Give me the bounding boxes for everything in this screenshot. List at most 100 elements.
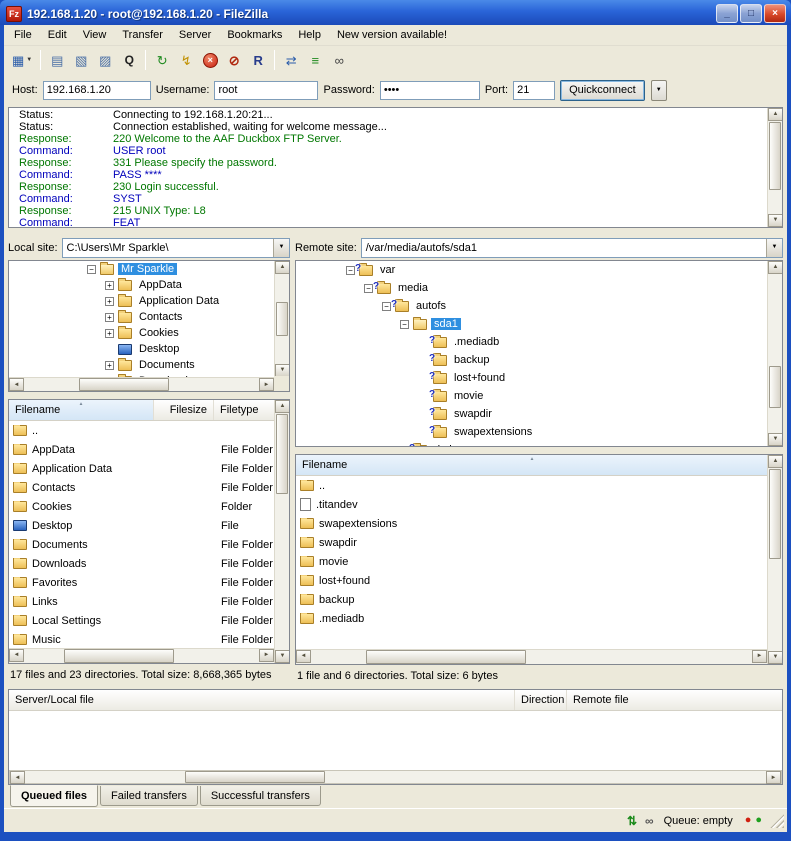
process-queue-button[interactable]: ↯	[174, 48, 198, 72]
scroll-up-button[interactable]: ▲	[768, 455, 783, 468]
scroll-track[interactable]	[24, 378, 259, 391]
scroll-down-button[interactable]: ▼	[768, 433, 783, 446]
expand-toggle[interactable]: −	[382, 302, 391, 311]
expand-toggle[interactable]: +	[105, 297, 114, 306]
file-row[interactable]: ..	[296, 476, 767, 495]
scroll-down-button[interactable]: ▼	[768, 214, 783, 227]
column-header-filetype[interactable]: Filetype	[214, 400, 274, 420]
column-header-direction[interactable]: Direction	[515, 690, 567, 710]
queue-horizontal-scrollbar[interactable]: ◄ ►	[9, 770, 782, 784]
refresh-button[interactable]: ↻	[150, 48, 174, 72]
directory-comparison-button[interactable]: ⇄	[279, 48, 303, 72]
tree-item[interactable]: ?.mediadb	[296, 333, 767, 351]
tree-item[interactable]: −?autofs	[296, 297, 767, 315]
toggle-queue-button[interactable]: Q	[117, 48, 141, 72]
remote-list-horizontal-scrollbar[interactable]: ◄ ►	[296, 649, 767, 664]
scroll-track[interactable]	[768, 468, 782, 651]
file-row[interactable]: .titandev	[296, 495, 767, 514]
local-list-vertical-scrollbar[interactable]: ▲ ▼	[274, 400, 289, 663]
file-row[interactable]: Application DataFile Folder	[9, 459, 274, 478]
menu-bookmarks[interactable]: Bookmarks	[219, 27, 290, 43]
scroll-track[interactable]	[275, 274, 289, 364]
expand-toggle[interactable]: −	[87, 265, 96, 274]
file-row[interactable]: MusicFile Folder	[9, 630, 274, 648]
file-row[interactable]: Local SettingsFile Folder	[9, 611, 274, 630]
username-input[interactable]	[214, 81, 318, 100]
quickconnect-button[interactable]: Quickconnect	[560, 80, 645, 101]
tree-item[interactable]: ?dvd	[296, 441, 767, 446]
file-row[interactable]: ..	[9, 421, 274, 440]
tree-item[interactable]: −?media	[296, 279, 767, 297]
close-button[interactable]: ×	[764, 4, 786, 23]
scroll-thumb[interactable]	[366, 650, 526, 664]
host-input[interactable]	[43, 81, 151, 100]
resize-grip[interactable]	[770, 814, 784, 828]
scroll-left-button[interactable]: ◄	[296, 650, 311, 663]
file-row[interactable]: movie	[296, 552, 767, 571]
tree-item[interactable]: +Application Data	[9, 293, 274, 309]
scroll-track[interactable]	[24, 649, 259, 663]
scroll-thumb[interactable]	[64, 649, 174, 663]
scroll-up-button[interactable]: ▲	[768, 108, 783, 121]
password-input[interactable]	[380, 81, 480, 100]
file-row[interactable]: .mediadb	[296, 609, 767, 628]
scroll-thumb[interactable]	[769, 122, 781, 190]
menu-help[interactable]: Help	[290, 27, 329, 43]
local-tree-horizontal-scrollbar[interactable]: ◄ ►	[9, 377, 274, 391]
file-row[interactable]: CookiesFolder	[9, 497, 274, 516]
tree-item[interactable]: +Documents	[9, 357, 274, 373]
scroll-thumb[interactable]	[276, 414, 288, 494]
scroll-track[interactable]	[311, 650, 752, 664]
file-row[interactable]: AppDataFile Folder	[9, 440, 274, 459]
file-row[interactable]: DocumentsFile Folder	[9, 535, 274, 554]
file-row[interactable]: DownloadsFile Folder	[9, 554, 274, 573]
file-row[interactable]: swapdir	[296, 533, 767, 552]
scroll-down-button[interactable]: ▼	[275, 650, 290, 663]
tree-item[interactable]: ?lost+found	[296, 369, 767, 387]
tab-failed-transfers[interactable]: Failed transfers	[100, 786, 198, 806]
remote-list-vertical-scrollbar[interactable]: ▲ ▼	[767, 455, 782, 664]
file-row[interactable]: ContactsFile Folder	[9, 478, 274, 497]
tree-item[interactable]: ?movie	[296, 387, 767, 405]
log-vertical-scrollbar[interactable]: ▲ ▼	[767, 108, 782, 227]
file-row[interactable]: backup	[296, 590, 767, 609]
tree-item[interactable]: −Mr Sparkle	[9, 261, 274, 277]
tab-successful-transfers[interactable]: Successful transfers	[200, 786, 321, 806]
remote-tree-vertical-scrollbar[interactable]: ▲ ▼	[767, 261, 782, 446]
expand-toggle[interactable]: +	[105, 361, 114, 370]
combo-arrow-icon[interactable]: ▼	[273, 239, 289, 257]
expand-toggle[interactable]: +	[105, 281, 114, 290]
file-row[interactable]: swapextensions	[296, 514, 767, 533]
tree-item[interactable]: +AppData	[9, 277, 274, 293]
file-row[interactable]: lost+found	[296, 571, 767, 590]
local-site-combo[interactable]: C:\Users\Mr Sparkle\ ▼	[62, 238, 290, 258]
disconnect-button[interactable]: ⊘	[222, 48, 246, 72]
scroll-thumb[interactable]	[276, 302, 288, 336]
scroll-track[interactable]	[768, 274, 782, 433]
tree-item[interactable]: −?var	[296, 261, 767, 279]
scroll-thumb[interactable]	[79, 378, 169, 391]
toggle-log-button[interactable]: ▤	[45, 48, 69, 72]
local-tree-vertical-scrollbar[interactable]: ▲ ▼	[274, 261, 289, 377]
cancel-button[interactable]: ×	[198, 48, 222, 72]
expand-toggle[interactable]: −	[364, 284, 373, 293]
file-row[interactable]: FavoritesFile Folder	[9, 573, 274, 592]
scroll-thumb[interactable]	[769, 366, 781, 408]
file-row[interactable]: LinksFile Folder	[9, 592, 274, 611]
combo-arrow-icon[interactable]: ▼	[766, 239, 782, 257]
toggle-local-tree-button[interactable]: ▧	[69, 48, 93, 72]
scroll-right-button[interactable]: ►	[766, 771, 781, 784]
scroll-track[interactable]	[275, 413, 289, 650]
tree-item[interactable]: Desktop	[9, 341, 274, 357]
maximize-button[interactable]: □	[740, 4, 762, 23]
tree-item[interactable]: ?backup	[296, 351, 767, 369]
column-header-filesize[interactable]: Filesize	[154, 400, 214, 420]
tree-item[interactable]: −sda1	[296, 315, 767, 333]
column-header-server-local-file[interactable]: Server/Local file	[9, 690, 515, 710]
titlebar[interactable]: Fz 192.168.1.20 - root@192.168.1.20 - Fi…	[0, 0, 791, 25]
tab-queued-files[interactable]: Queued files	[10, 785, 98, 807]
tree-item[interactable]: ?swapdir	[296, 405, 767, 423]
minimize-button[interactable]: _	[716, 4, 738, 23]
expand-toggle[interactable]: +	[105, 329, 114, 338]
queue-body[interactable]	[9, 711, 782, 770]
